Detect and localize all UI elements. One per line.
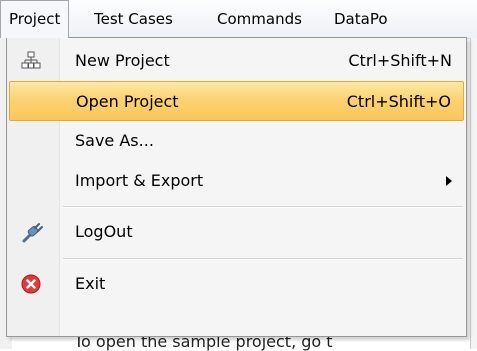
menu-project[interactable]: Project bbox=[0, 0, 70, 38]
project-dropdown-menu: New Project Ctrl+Shift+N Open Project Ct… bbox=[6, 37, 467, 337]
menu-item-shortcut: Ctrl+Shift+O bbox=[346, 92, 451, 111]
menu-item-label: Save As... bbox=[75, 131, 154, 150]
menu-item-label: Open Project bbox=[76, 92, 179, 111]
menu-separator bbox=[63, 258, 463, 260]
menu-item-logout[interactable]: LogOut bbox=[9, 212, 464, 252]
menu-separator bbox=[63, 206, 463, 208]
menu-item-shortcut: Ctrl+Shift+N bbox=[348, 51, 452, 70]
menu-bar: Project Test Cases Commands DataPo bbox=[0, 0, 477, 39]
menu-test-cases[interactable]: Test Cases bbox=[86, 0, 181, 38]
menu-item-open-project[interactable]: Open Project Ctrl+Shift+O bbox=[9, 81, 464, 121]
menu-item-label: Exit bbox=[75, 274, 106, 293]
submenu-arrow-icon bbox=[446, 176, 452, 186]
menu-item-label: New Project bbox=[75, 51, 170, 70]
menu-commands[interactable]: Commands bbox=[209, 0, 310, 38]
logout-icon bbox=[21, 222, 43, 243]
menu-item-label: LogOut bbox=[75, 222, 133, 241]
background-panel-right bbox=[470, 38, 477, 349]
menu-item-exit[interactable]: Exit bbox=[9, 264, 464, 304]
menu-item-save-as[interactable]: Save As... bbox=[9, 121, 464, 161]
menu-item-label: Import & Export bbox=[75, 171, 204, 190]
menu-item-new-project[interactable]: New Project Ctrl+Shift+N bbox=[9, 41, 464, 81]
new-project-icon bbox=[21, 51, 41, 71]
menu-item-import-export[interactable]: Import & Export bbox=[9, 161, 464, 201]
exit-icon bbox=[21, 274, 41, 294]
menu-datapo[interactable]: DataPo bbox=[326, 0, 396, 38]
